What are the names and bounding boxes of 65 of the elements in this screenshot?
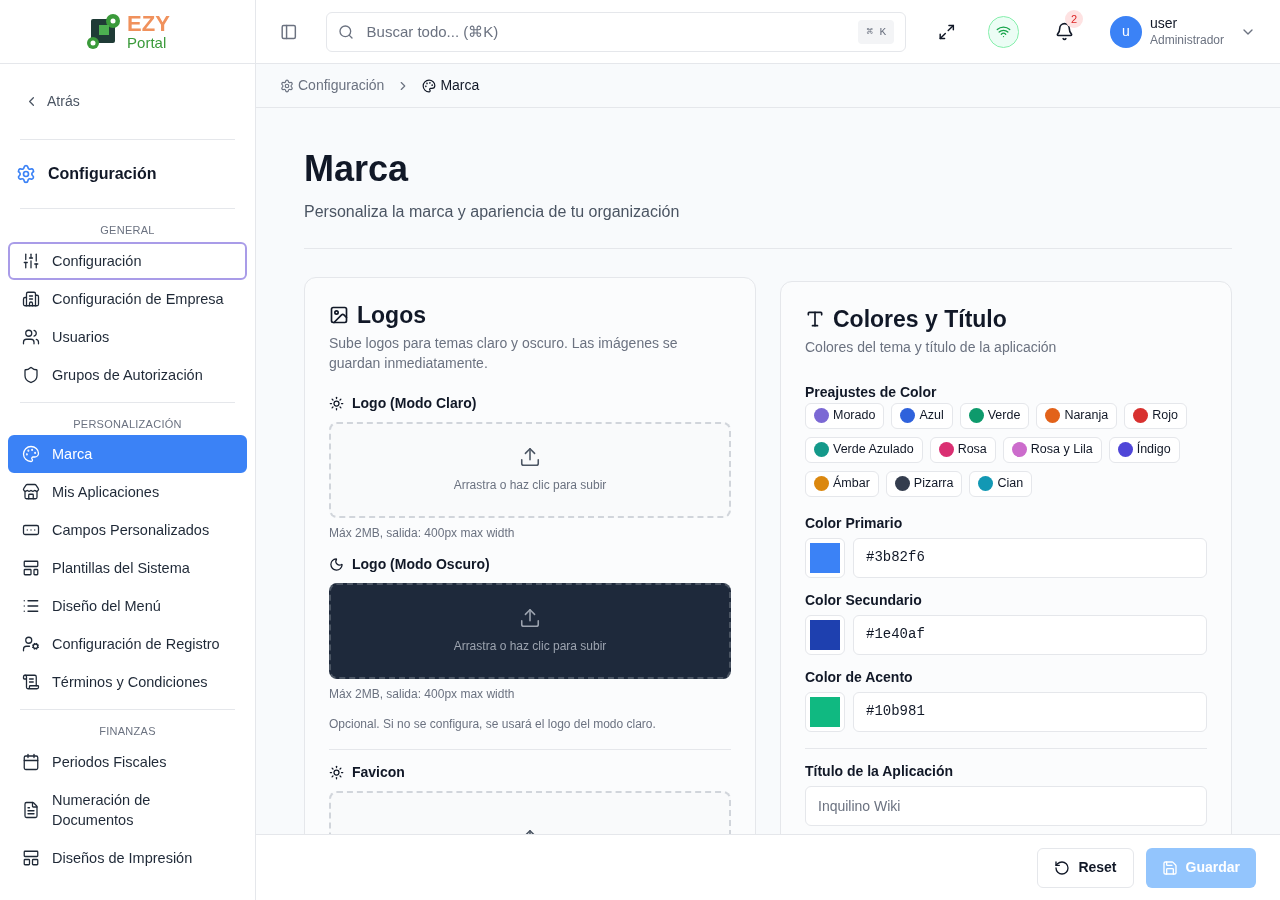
user-name: user	[1149, 15, 1178, 33]
color-preset[interactable]: Ámbar	[805, 470, 879, 497]
field-label: Título de la Aplicación	[805, 761, 955, 781]
page-title: Marca	[304, 147, 410, 191]
user-role: Administrador	[1149, 32, 1224, 48]
sidebar-item[interactable]: Campos Personalizados	[8, 511, 247, 549]
sidebar-item[interactable]: Grupos de Autorización	[8, 355, 247, 394]
color-preset[interactable]: Naranja	[1036, 402, 1118, 429]
user-menu[interactable]: u user Administrador	[1109, 15, 1256, 48]
sidebar-item[interactable]: Términos y Condiciones	[8, 663, 247, 701]
sidebar-item[interactable]: Periodos Fiscales	[8, 742, 247, 781]
sidebar-item[interactable]: Numeración de Documentos	[8, 780, 247, 839]
sidebar-item[interactable]: Diseño del Menú	[8, 587, 247, 625]
sidebar-title: Configuración	[48, 164, 157, 184]
color-preset[interactable]: Azul	[891, 402, 953, 429]
color-preset[interactable]: Rosa y Lila	[1002, 436, 1102, 463]
color-preset[interactable]: Verde Azulado	[805, 436, 923, 463]
app-title-field[interactable]: Inquilino Wiki	[805, 785, 1207, 826]
sidebar-item[interactable]: Mis Aplicaciones	[8, 473, 247, 511]
card-title: Colores y Título	[833, 305, 1007, 334]
color-preset[interactable]: Pizarra	[885, 470, 963, 497]
upload-dropzone[interactable]: Arrastra o haz clic para subir	[329, 421, 731, 518]
sidebar-item[interactable]: Usuarios	[8, 317, 247, 356]
notification-count: 2	[1064, 10, 1083, 28]
sidebar-item[interactable]: Plantillas del Sistema	[8, 549, 247, 587]
color-input[interactable]: #3b82f6	[853, 537, 1207, 578]
section-heading: PERSONALIZACIÓN	[72, 416, 183, 432]
card-description: Colores del tema y título de la aplicación	[805, 337, 1058, 357]
field-label: Color Primario	[805, 513, 904, 533]
upload-dropzone[interactable]: Arrastra o haz clic para subir	[329, 582, 731, 679]
upload-note: Máx 2MB, salida: 400px max width	[329, 685, 516, 703]
field-label: Color Secundario	[805, 590, 923, 610]
section-heading: GENERAL	[99, 223, 156, 238]
color-preset[interactable]: Índigo	[1108, 436, 1180, 463]
sidebar-item[interactable]: Diseños de Impresión	[8, 838, 247, 877]
brand-name: EZY	[127, 13, 170, 35]
upload-note: Máx 2MB, salida: 400px max width	[329, 524, 516, 542]
color-input[interactable]: #1e40af	[853, 614, 1207, 655]
upload-label: Logo (Modo Claro)	[352, 393, 477, 413]
back-link[interactable]: Atrás	[8, 64, 247, 139]
upload-label: Logo (Modo Oscuro)	[352, 554, 490, 574]
reset-button[interactable]: Reset	[1037, 847, 1134, 888]
shortcut-key: ⌘ K	[858, 19, 895, 44]
color-preset[interactable]: Rosa	[929, 436, 996, 463]
card-description: Sube logos para temas claro y oscuro. Las imágenes se guardan inmediatamente.	[329, 333, 679, 373]
field-label: Color de Acento	[805, 667, 914, 687]
presets-label: Preajustes de Color	[805, 382, 938, 402]
color-preset[interactable]: Morado	[805, 402, 885, 429]
breadcrumb-item[interactable]: Configuración	[280, 75, 385, 96]
sidebar-item[interactable]: Configuración de Registro	[8, 625, 247, 663]
upload-label: Favicon	[352, 762, 405, 782]
user-avatar: u	[1109, 15, 1142, 48]
breadcrumb-item: Marca	[422, 75, 480, 96]
sidebar-item[interactable]: Configuración de Empresa	[8, 279, 247, 318]
upload-note: Opcional. Si no se configura, se usará el logo del modo claro.	[329, 715, 657, 733]
card-title: Logos	[357, 301, 426, 330]
color-input[interactable]: #10b981	[853, 691, 1207, 732]
color-preset[interactable]: Rojo	[1124, 402, 1187, 429]
sidebar-item[interactable]: Configuración	[8, 241, 247, 280]
page-subtitle: Personaliza la marca y apariencia de tu organización	[304, 202, 681, 222]
color-preset[interactable]: Cian	[969, 470, 1033, 497]
color-preset[interactable]: Verde	[959, 402, 1030, 429]
section-heading: FINANZAS	[98, 724, 157, 739]
sidebar-item[interactable]: Marca	[8, 435, 247, 473]
brand-subtitle: Portal	[127, 35, 168, 50]
